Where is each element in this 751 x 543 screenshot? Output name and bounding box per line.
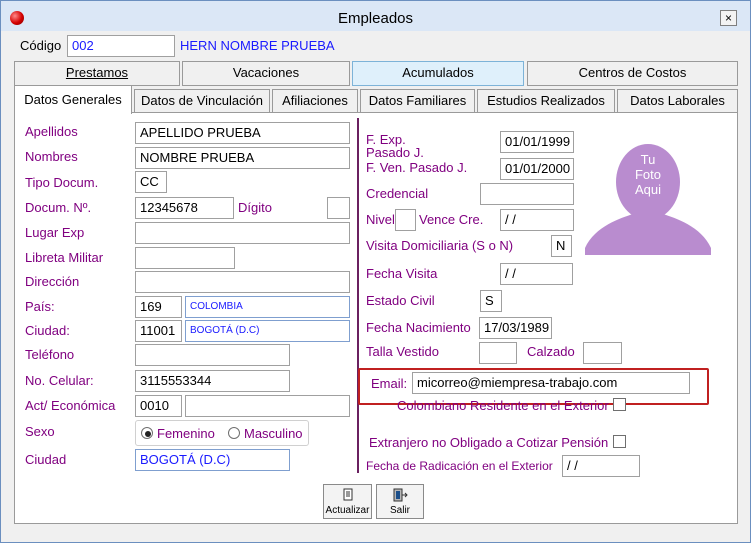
- sexo-femenino-label: Femenino: [157, 426, 215, 441]
- nivel-label: Nivel: [366, 212, 395, 227]
- tab-acumulados[interactable]: Acumulados: [352, 61, 524, 86]
- nivel-input[interactable]: [395, 209, 416, 231]
- pais-name-field: COLOMBIA: [185, 296, 350, 318]
- digito-input[interactable]: [327, 197, 350, 219]
- talla-label: Talla Vestido: [366, 344, 439, 359]
- tipo-doc-input[interactable]: CC: [135, 171, 167, 193]
- colombiano-exterior-label: Colombiano Residente en el Exterior: [397, 398, 609, 413]
- credencial-label: Credencial: [366, 186, 429, 201]
- actualizar-label: Actualizar: [325, 505, 370, 516]
- libreta-militar-input[interactable]: [135, 247, 235, 269]
- visita-input[interactable]: N: [551, 235, 572, 257]
- tab-datos-generales[interactable]: Datos Generales: [14, 85, 132, 114]
- calzado-label: Calzado: [527, 344, 575, 359]
- email-input[interactable]: micorreo@miempresa-trabajo.com: [412, 372, 690, 394]
- celular-label: No. Celular:: [25, 373, 94, 388]
- direccion-input[interactable]: [135, 271, 350, 293]
- tab-centros-costos[interactable]: Centros de Costos: [527, 61, 738, 86]
- digito-label: Dígito: [238, 200, 272, 215]
- estado-civil-input[interactable]: S: [480, 290, 502, 312]
- vence-cre-input[interactable]: / /: [500, 209, 574, 231]
- tab-vacaciones[interactable]: Vacaciones: [182, 61, 350, 86]
- apellidos-label: Apellidos: [25, 124, 78, 139]
- celular-input[interactable]: 3115553344: [135, 370, 290, 392]
- apellidos-input[interactable]: APELLIDO PRUEBA: [135, 122, 350, 144]
- nombres-label: Nombres: [25, 149, 78, 164]
- tab-afiliaciones[interactable]: Afiliaciones: [272, 89, 358, 113]
- sexo-masculino-radio[interactable]: [228, 427, 240, 439]
- fexp-label: F. Exp. Pasado J.: [366, 132, 424, 160]
- tab-datos-vinculacion[interactable]: Datos de Vinculación: [134, 89, 270, 113]
- talla-input[interactable]: [479, 342, 517, 364]
- sexo-masculino-label: Masculino: [244, 426, 303, 441]
- libreta-militar-label: Libreta Militar: [25, 250, 104, 265]
- fecha-nacimiento-label: Fecha Nacimiento: [366, 320, 471, 335]
- title-bar: Empleados ×: [1, 1, 750, 31]
- act-economica-label: Act/ Económica: [25, 398, 116, 413]
- pais-label: País:: [25, 299, 55, 314]
- ciudad2-label: Ciudad: [25, 452, 67, 467]
- sexo-femenino-radio[interactable]: [141, 427, 153, 439]
- tab-prestamos[interactable]: Prestamos: [14, 61, 180, 86]
- photo-placeholder-text: Tu Foto Aqui: [634, 152, 662, 197]
- lugar-exp-input[interactable]: [135, 222, 350, 244]
- vence-cre-label: Vence Cre.: [419, 212, 484, 227]
- visita-label: Visita Domiciliaria (S o N): [366, 238, 514, 253]
- direccion-label: Dirección: [25, 274, 80, 289]
- fexp-input[interactable]: 01/01/1999: [500, 131, 574, 153]
- tipo-doc-label: Tipo Docum.: [25, 175, 99, 190]
- code-label: Código: [20, 38, 62, 53]
- docum-no-label: Docum. Nº.: [25, 200, 92, 215]
- employee-photo[interactable]: Tu Foto Aqui: [585, 130, 711, 255]
- salir-button[interactable]: Salir: [376, 484, 424, 519]
- fecha-visita-input[interactable]: / /: [500, 263, 573, 285]
- act-economica-code-input[interactable]: 0010: [135, 395, 182, 417]
- document-icon: [343, 488, 352, 501]
- credencial-input[interactable]: [480, 183, 574, 205]
- fecha-radicacion-input[interactable]: / /: [562, 455, 640, 477]
- email-label: Email:: [371, 376, 408, 391]
- fecha-visita-label: Fecha Visita: [366, 266, 438, 281]
- nombres-input[interactable]: NOMBRE PRUEBA: [135, 147, 350, 169]
- salir-label: Salir: [389, 505, 410, 516]
- pais-code-input[interactable]: 169: [135, 296, 182, 318]
- employee-name: HERN NOMBRE PRUEBA: [180, 38, 335, 53]
- calzado-input[interactable]: [583, 342, 622, 364]
- act-economica-name-field: [185, 395, 350, 417]
- sexo-label: Sexo: [25, 424, 55, 439]
- lugar-exp-label: Lugar Exp: [25, 225, 85, 240]
- tab-datos-familiares[interactable]: Datos Familiares: [360, 89, 475, 113]
- close-button[interactable]: ×: [720, 10, 737, 26]
- ciudad-code-input[interactable]: 11001: [135, 320, 182, 342]
- fven-input[interactable]: 01/01/2000: [500, 158, 574, 180]
- actualizar-button[interactable]: Actualizar: [323, 484, 372, 519]
- exit-door-icon: [393, 488, 408, 502]
- tab-datos-laborales[interactable]: Datos Laborales: [617, 89, 738, 113]
- fecha-nacimiento-input[interactable]: 17/03/1989: [479, 317, 552, 339]
- telefono-label: Teléfono: [25, 347, 75, 362]
- fecha-radicacion-label: Fecha de Radicación en el Exterior: [366, 459, 553, 473]
- ciudad-label: Ciudad:: [25, 323, 70, 338]
- telefono-input[interactable]: [135, 344, 290, 366]
- ciudad2-field[interactable]: BOGOTÁ (D.C): [135, 449, 290, 471]
- code-input[interactable]: 002: [67, 35, 175, 57]
- estado-civil-label: Estado Civil: [366, 293, 435, 308]
- extranjero-checkbox[interactable]: [613, 435, 626, 448]
- docum-no-input[interactable]: 12345678: [135, 197, 234, 219]
- colombiano-exterior-checkbox[interactable]: [613, 398, 626, 411]
- tab-estudios-realizados[interactable]: Estudios Realizados: [477, 89, 615, 113]
- fven-label: F. Ven. Pasado J.: [366, 160, 468, 175]
- ciudad-name-field: BOGOTÁ (D.C): [185, 320, 350, 342]
- column-divider: [357, 118, 359, 473]
- window-title: Empleados: [337, 10, 414, 27]
- extranjero-label: Extranjero no Obligado a Cotizar Pensión: [369, 435, 609, 450]
